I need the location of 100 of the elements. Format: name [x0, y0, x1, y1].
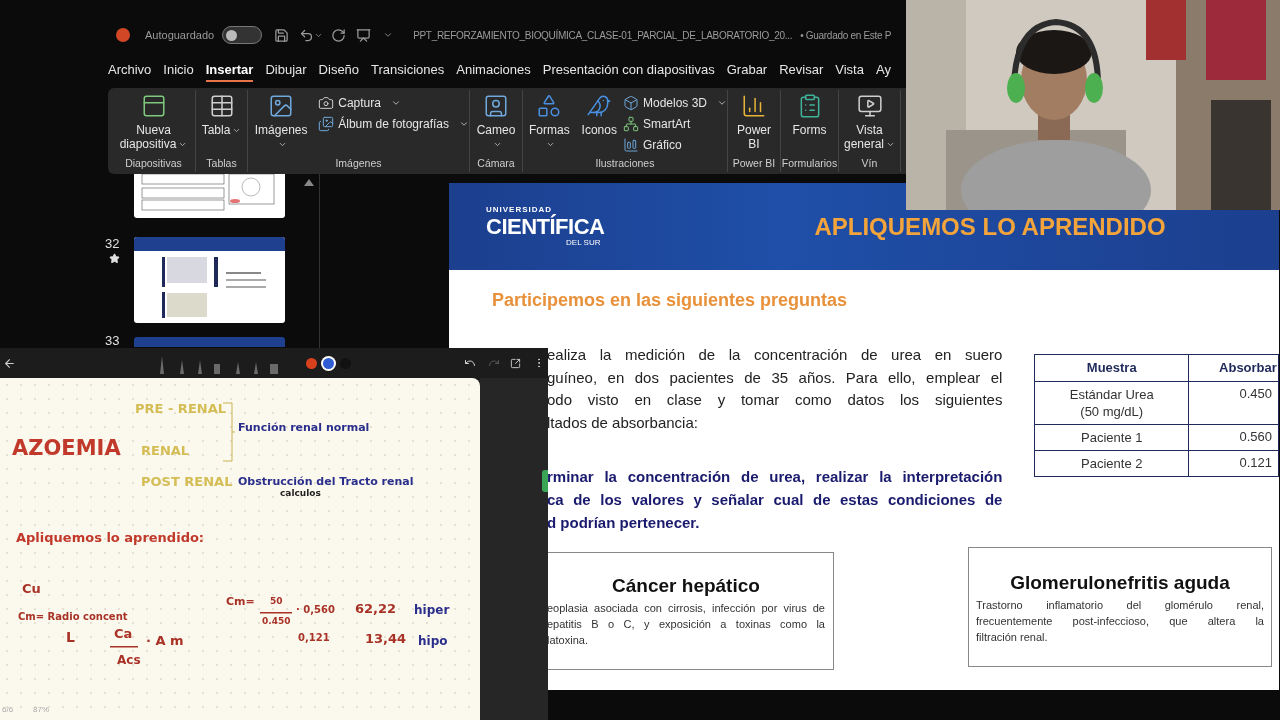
ribbon-icon	[483, 93, 509, 119]
ribbon-button[interactable]: Modelos 3D	[622, 94, 727, 112]
handwritten-text: 62,22	[355, 602, 397, 615]
save-status: • Guardado en Este P	[800, 28, 892, 43]
redo-icon[interactable]	[331, 27, 347, 43]
group-label: Power BI	[731, 156, 777, 171]
customize-icon[interactable]	[383, 30, 394, 40]
ribbon-button[interactable]: Vista general	[839, 93, 900, 151]
ribbon-icon	[140, 93, 167, 119]
menu-tab[interactable]: Dibujar	[265, 60, 307, 82]
handwritten-text: Ca	[114, 627, 133, 640]
handwritten-text: hiper	[414, 604, 450, 616]
group-label: Tablas	[205, 156, 238, 171]
group-label: Diapositivas	[124, 156, 183, 171]
group-label: Ilustraciones	[594, 156, 656, 171]
group-label: Vín	[860, 156, 879, 171]
ribbon-icon	[856, 93, 883, 119]
share-icon[interactable]	[510, 357, 521, 369]
menu-tab[interactable]: Vista	[835, 60, 864, 82]
scroll-up-icon[interactable]	[304, 179, 314, 186]
ribbon-icon	[208, 93, 235, 119]
menu-tab[interactable]: Grabar	[726, 60, 768, 82]
logo-sub-text: DEL SUR	[566, 239, 601, 247]
ribbon-icon	[622, 137, 639, 153]
ribbon-icon	[741, 93, 767, 119]
caret-icon	[717, 98, 727, 108]
handwritten-text: 50	[270, 597, 283, 606]
table-header: Absorbar	[1188, 354, 1279, 382]
ribbon-button[interactable]: Nueva diapositiva	[115, 93, 192, 151]
table-cell: Estándar Urea (50 mg/dL)	[1034, 381, 1189, 425]
ribbon-button[interactable]: Tabla	[199, 93, 244, 137]
slide-title: APLIQUEMOS LO APRENDIDO	[814, 211, 1166, 242]
undo-icon[interactable]	[299, 27, 315, 43]
menu-tab[interactable]: Inicio	[163, 60, 194, 82]
save-icon[interactable]	[274, 27, 290, 43]
presentation-icon[interactable]	[356, 27, 372, 43]
ribbon-icon	[318, 95, 335, 111]
ribbon-button[interactable]: Captura	[318, 94, 469, 112]
ribbon-button[interactable]: Power BI	[728, 93, 780, 151]
paragraph-line: guíneo, en dos pacientes de 35 años. Para ello, emplear el	[547, 367, 1003, 388]
ribbon-button[interactable]: SmartArt	[622, 115, 727, 133]
handwritten-text: POST RENAL	[141, 475, 233, 488]
card-text-line: Trastorno inflamatorio del glomérulo renal,	[976, 598, 1264, 613]
group-label: Formularios	[781, 156, 838, 171]
card-text-line: latoxina.	[547, 633, 589, 648]
undo-icon[interactable]	[464, 357, 476, 369]
handwritten-text: L	[66, 630, 75, 644]
handwritten-text: calculos	[280, 489, 321, 498]
handwritten-text: Cm=	[226, 596, 255, 607]
file-name: PPT_REFORZAMIENTO_BIOQUÍMICA_CLASE-01_PARCIAL_DE_LABORATORIO_20...	[413, 28, 793, 43]
app-logo-icon	[116, 28, 130, 42]
slide-thumbnail[interactable]	[134, 337, 285, 347]
ribbon-button[interactable]: Gráfico	[622, 136, 727, 154]
handwritten-text: Acs	[117, 654, 141, 666]
pen-color-swatch[interactable]	[323, 357, 334, 369]
caret-icon	[459, 119, 469, 129]
handwritten-text: Apliquemos lo aprendido:	[16, 531, 205, 544]
autosave-toggle[interactable]	[222, 26, 263, 44]
table-header: Muestra	[1034, 354, 1189, 382]
ribbon-button[interactable]: Forms	[790, 93, 829, 137]
page-indicator: 6/6	[2, 704, 14, 716]
slide-thumbnail[interactable]	[134, 237, 285, 323]
ribbon-button[interactable]: Formas	[523, 93, 576, 151]
ribbon-icon	[622, 95, 639, 111]
back-icon[interactable]	[3, 356, 16, 370]
fraction-line	[260, 612, 292, 614]
slide-thumbnail[interactable]	[134, 174, 285, 218]
ribbon-button[interactable]: Iconos	[579, 93, 619, 137]
card-text-line: frecuentemente post-infeccioso, que altera la	[976, 614, 1264, 629]
ribbon-button[interactable]: Imágenes	[248, 93, 315, 151]
caret-icon	[390, 98, 401, 108]
ribbon-button[interactable]: Cameo	[470, 93, 522, 151]
slide-number: 33	[105, 334, 120, 347]
handwritten-text: RENAL	[141, 444, 190, 457]
menu-tab[interactable]: Diseño	[318, 60, 360, 82]
card-title: Glomerulonefritis aguda	[1009, 572, 1231, 594]
table-cell: 0.560	[1188, 424, 1279, 451]
table-cell: Paciente 2	[1034, 450, 1189, 477]
pen-color-swatch[interactable]	[306, 357, 317, 369]
ribbon-button[interactable]: Álbum de fotografías	[318, 115, 469, 133]
autosave-label: Autoguardado	[145, 27, 215, 43]
menu-tab[interactable]: Revisar	[779, 60, 824, 82]
menu-tab[interactable]: Insertar	[205, 60, 254, 82]
menu-tab[interactable]: Archivo	[108, 60, 152, 82]
group-label: Imágenes	[334, 156, 383, 171]
handwritten-text: 13,44	[365, 632, 407, 645]
zoom-level: 87%	[33, 704, 49, 716]
ribbon-icon	[586, 93, 613, 119]
menu-tab[interactable]: Ay	[875, 60, 891, 82]
table-cell: 0.450	[1188, 381, 1279, 425]
handwritten-text: · A m	[146, 634, 184, 647]
logo-top-text: UNIVERSIDAD	[486, 206, 554, 214]
logo-text: CIENTÍFICA	[486, 216, 605, 238]
menu-tab[interactable]: Transiciones	[371, 60, 445, 82]
handwritten-text: hipo	[418, 635, 448, 647]
slide-number: 32	[105, 237, 120, 251]
group-label: Cámara	[476, 156, 516, 171]
menu-tab[interactable]: Presentación con diapositivas	[542, 60, 715, 82]
handwritten-text: · 0,560	[296, 605, 335, 615]
menu-tab[interactable]: Animaciones	[456, 60, 531, 82]
